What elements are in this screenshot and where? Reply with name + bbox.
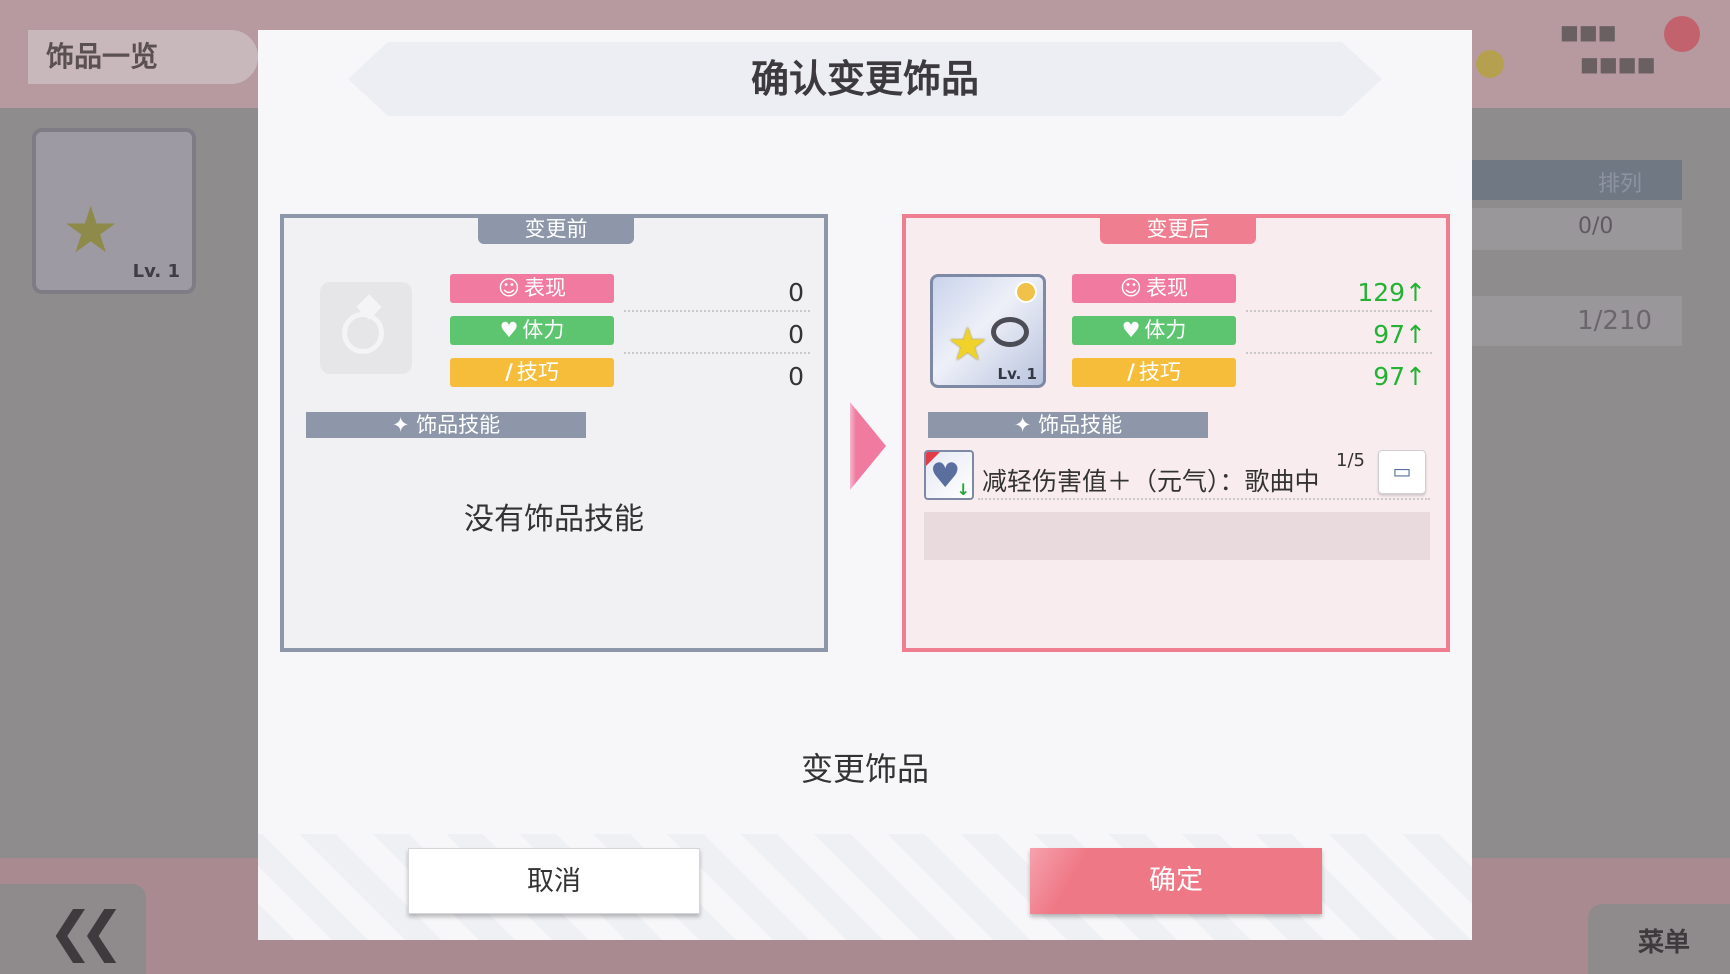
stat-stamina: ♥ 体力 [1072, 316, 1236, 345]
coin-icon [1476, 50, 1504, 78]
skill-detail-button[interactable]: ▭ [1378, 450, 1426, 494]
skill-header-label: 饰品技能 [416, 413, 501, 437]
skill-name: 减轻伤害值＋（元气）：歌曲中 [982, 467, 1320, 496]
stat-technique: / 技巧 [1072, 358, 1236, 387]
empty-accessory-slot [320, 282, 412, 374]
status-text-secondary: ■■■■ [1580, 52, 1656, 76]
thumbnail-level: Lv. 1 [132, 261, 180, 282]
accessory-thumbnail[interactable]: ★ Lv. 1 [32, 128, 196, 294]
no-skill-text: 没有饰品技能 [464, 502, 644, 537]
arrow-fade [844, 402, 856, 490]
stat-label: 体力 [522, 318, 565, 342]
dialog-title: 确认变更饰品 [750, 57, 979, 101]
sparkle-icon: ✦ [391, 413, 417, 437]
card-level: Lv. 1 [997, 365, 1037, 383]
after-panel: 变更后 ★ Lv. 1 ☺ 表现 129↑ ♥ 体力 97↑ / 技巧 97↑ ✦ 饰… [902, 214, 1450, 652]
stat-value-technique: 97↑ [1373, 362, 1426, 391]
stat-value-stamina: 97↑ [1373, 320, 1426, 349]
double-chevron-left-icon: ❮❮ [48, 900, 124, 963]
smile-icon: ☺ [498, 276, 520, 300]
stat-label: 表现 [523, 276, 566, 300]
skill-header: ✦ 饰品技能 [928, 412, 1208, 438]
stat-value-technique: 0 [788, 362, 804, 391]
currency-icon [1664, 16, 1700, 52]
dialog-message: 变更饰品 [800, 750, 929, 788]
star-icon: ★ [947, 317, 989, 371]
stat-technique: / 技巧 [450, 358, 614, 387]
divider [1246, 352, 1432, 354]
stat-label: 技巧 [516, 360, 559, 384]
speech-bubble-icon: ▭ [1392, 459, 1412, 483]
stat-value-stamina: 0 [788, 320, 804, 349]
divider [1246, 310, 1432, 312]
after-tab: 变更后 [1100, 214, 1256, 244]
stat-stamina: ♥ 体力 [450, 316, 614, 345]
star-icon: ★ [62, 194, 120, 268]
cancel-button[interactable]: 取消 [408, 848, 700, 914]
divider [978, 498, 1430, 500]
empty-skill-slot [924, 512, 1430, 560]
sort-row-value: 0/0 [1578, 214, 1614, 239]
back-button[interactable]: ❮❮ [0, 884, 146, 974]
accessory-count: 1/210 [1470, 296, 1682, 346]
before-panel: 变更前 ☺ 表现 0 ♥ 体力 0 /技巧 0 ✦ 饰品技能 没有饰品技能 [280, 214, 828, 652]
wand-icon: / [505, 360, 513, 384]
rarity-badge-icon [1015, 281, 1037, 303]
skill-icon: ♥ ↓ [924, 450, 974, 500]
divider [624, 310, 810, 312]
sort-header-label: 排列 [1598, 172, 1643, 197]
status-text: ■■■ [1560, 20, 1617, 44]
skill-level: 1/5 [1336, 450, 1365, 471]
before-tab: 变更前 [478, 214, 634, 244]
confirm-button[interactable]: 确定 [1030, 848, 1322, 914]
stat-label: 体力 [1144, 318, 1187, 342]
stat-label: 表现 [1145, 276, 1188, 300]
skill-header-label: 饰品技能 [1038, 413, 1123, 437]
chain-icon [991, 317, 1029, 347]
menu-button[interactable]: 菜单 [1588, 904, 1730, 974]
confirm-dialog: 确认变更饰品 变更前 ☺ 表现 0 ♥ 体力 0 /技巧 0 ✦ 饰品技能 没有饰品… [258, 30, 1472, 940]
ring-icon [342, 312, 384, 354]
stat-performance: ☺ 表现 [450, 274, 614, 303]
accessory-card[interactable]: ★ Lv. 1 [930, 274, 1046, 388]
heart-icon: ♥ [1121, 318, 1141, 342]
sort-header[interactable]: 排列 [1470, 160, 1682, 200]
stat-label: 技巧 [1138, 360, 1181, 384]
page-title: 饰品一览 [28, 30, 258, 84]
stat-value-performance: 0 [788, 278, 804, 307]
heart-icon: ♥ [499, 318, 519, 342]
stat-performance: ☺ 表现 [1072, 274, 1236, 303]
down-arrow-icon: ↓ [956, 480, 970, 499]
menu-label: 菜单 [1638, 928, 1691, 958]
sort-row[interactable]: 0/0 [1470, 208, 1682, 250]
sparkle-icon: ✦ [1013, 413, 1039, 437]
wand-icon: / [1127, 360, 1135, 384]
stat-value-performance: 129↑ [1357, 278, 1426, 307]
divider [624, 352, 810, 354]
smile-icon: ☺ [1120, 276, 1142, 300]
skill-header: ✦ 饰品技能 [306, 412, 586, 438]
accessory-count-value: 1/210 [1577, 306, 1652, 336]
